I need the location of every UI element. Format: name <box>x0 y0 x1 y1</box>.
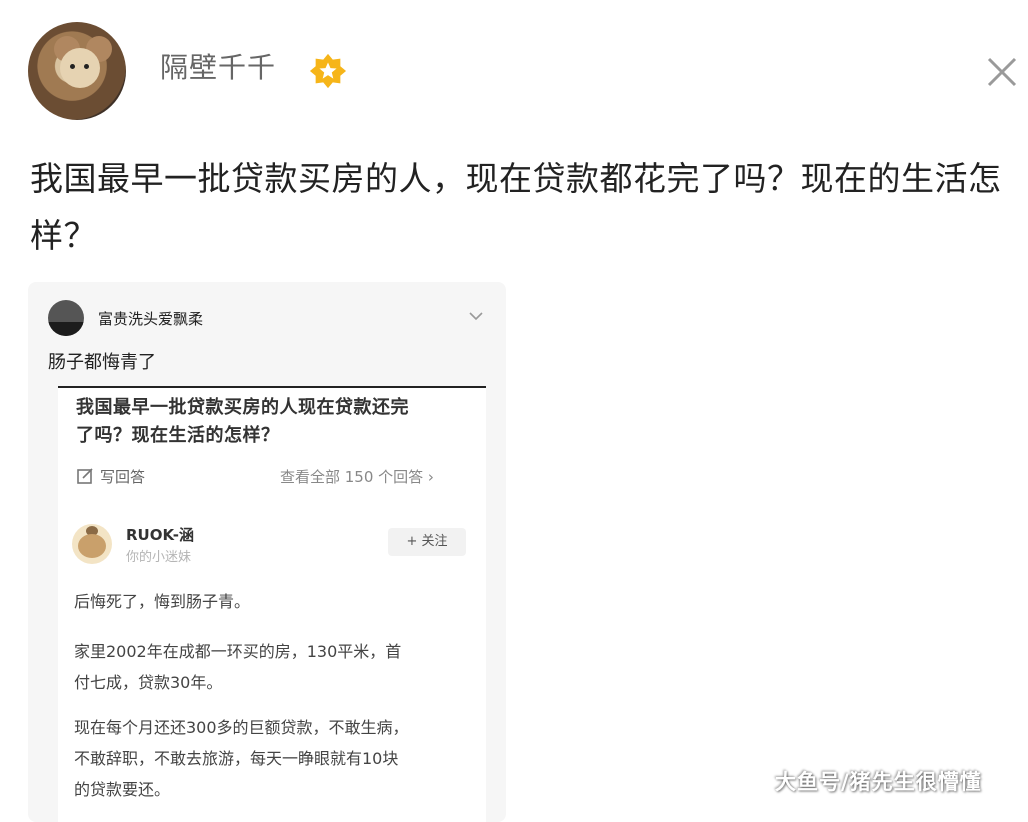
post-title: 我国最早一批贷款买房的人，现在贷款都花完了吗？现在的生活怎样？ <box>30 159 1002 255</box>
close-icon[interactable] <box>984 54 1020 90</box>
edit-icon <box>77 468 93 484</box>
write-answer-button[interactable]: 写回答 <box>76 466 145 487</box>
answer-author-subtitle: 你的小迷妹 <box>126 550 192 565</box>
answer-paragraph: 后悔死了，悔到肠子青。 <box>74 592 251 611</box>
follow-button[interactable]: + 关注 <box>388 528 466 556</box>
chevron-down-icon[interactable] <box>468 310 484 322</box>
verified-badge-icon <box>309 53 347 89</box>
quoted-question: 我国最早一批贷款买房的人现在贷款还完 了吗？现在生活的怎样？ 写回答 查看全部 … <box>58 386 486 822</box>
answer-author-name[interactable]: RUOK-涵 <box>126 524 194 545</box>
shared-card[interactable]: 富贵洗头爱飘柔 肠子都悔青了 我国最早一批贷款买房的人现在贷款还完 了吗？现在生… <box>28 282 506 822</box>
answer-author-avatar[interactable] <box>72 524 112 564</box>
answer-paragraph: 现在每个月还还300多的巨额贷款，不敢生病， 不敢辞职，不敢去旅游，每天一睁眼就… <box>74 718 409 799</box>
card-author-avatar[interactable] <box>48 300 84 336</box>
question-title: 我国最早一批贷款买房的人现在贷款还完 了吗？现在生活的怎样？ <box>76 397 409 446</box>
post-author-name[interactable]: 隔壁千千 <box>160 46 276 86</box>
answer-paragraph: 家里2002年在成都一环买的房，130平米，首 付七成，贷款30年。 <box>74 642 402 692</box>
card-author-name[interactable]: 富贵洗头爱飘柔 <box>98 308 203 329</box>
post-author-avatar[interactable] <box>28 22 126 120</box>
view-all-answers-link[interactable]: 查看全部 150 个回答 › <box>280 466 434 487</box>
card-comment: 肠子都悔青了 <box>48 352 156 373</box>
watermark: 大鱼号/猪先生很懵懂 <box>775 770 982 794</box>
